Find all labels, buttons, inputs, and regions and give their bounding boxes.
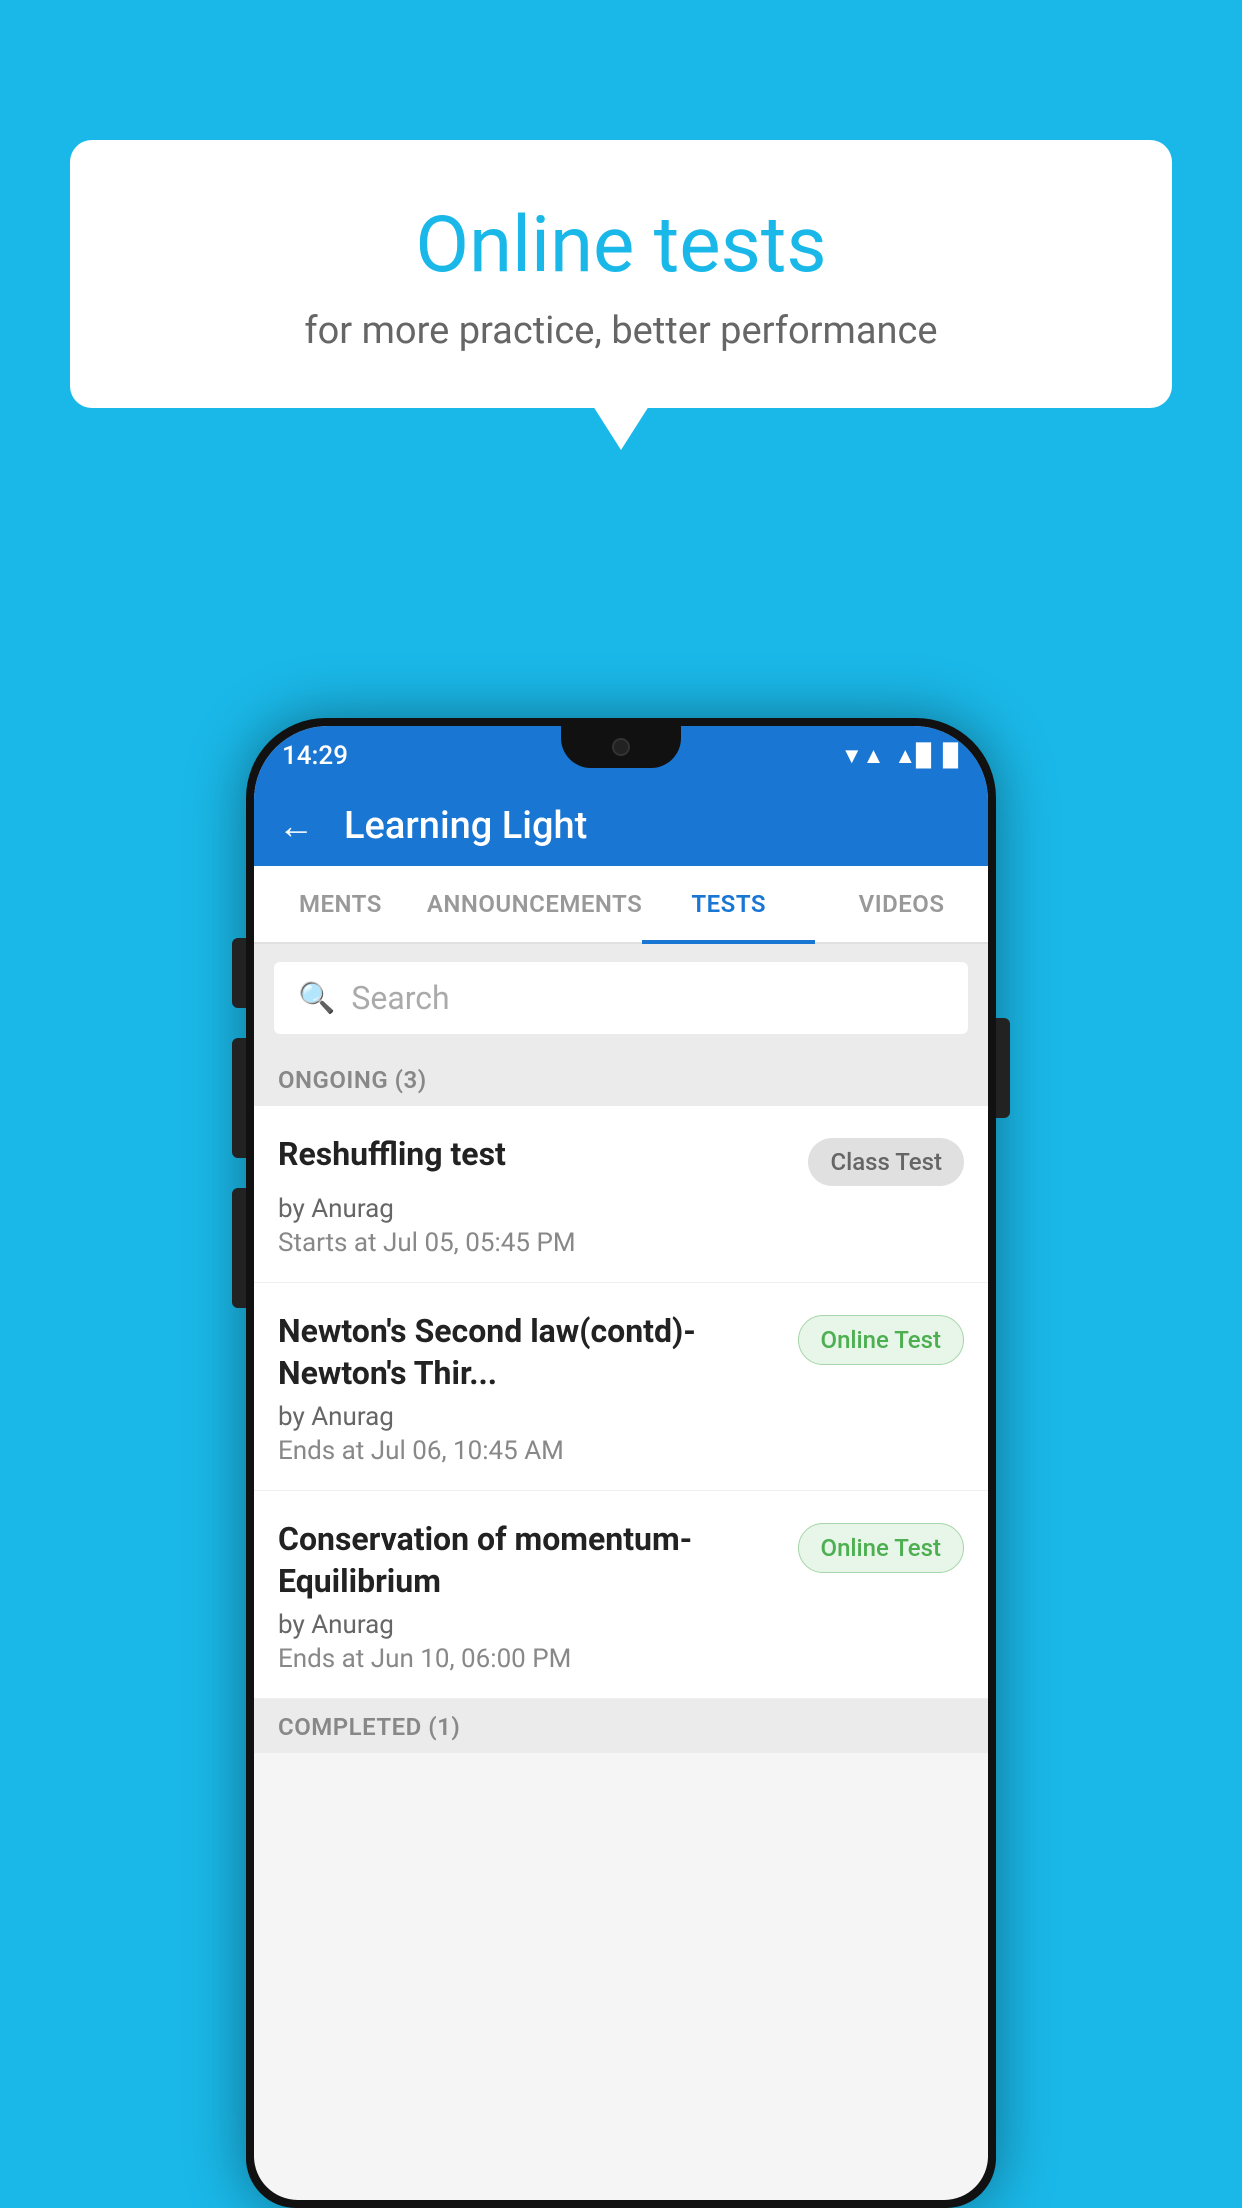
tab-ments[interactable]: MENTS bbox=[254, 866, 427, 942]
test-item-2-badge: Online Test bbox=[798, 1315, 964, 1365]
test-item-3[interactable]: Conservation of momentum-Equilibrium Onl… bbox=[254, 1491, 988, 1699]
app-bar: ← Learning Light bbox=[254, 786, 988, 866]
volume-up-button bbox=[232, 938, 246, 1008]
tab-announcements[interactable]: ANNOUNCEMENTS bbox=[427, 866, 642, 942]
test-item-1-badge: Class Test bbox=[808, 1138, 964, 1186]
test-list: Reshuffling test Class Test by Anurag St… bbox=[254, 1106, 988, 1699]
test-item-2-author: by Anurag bbox=[278, 1402, 964, 1432]
test-item-1-author: by Anurag bbox=[278, 1194, 964, 1224]
test-item-3-badge: Online Test bbox=[798, 1523, 964, 1573]
test-item-1-date: Starts at Jul 05, 05:45 PM bbox=[278, 1228, 964, 1258]
test-item-1-header: Reshuffling test Class Test bbox=[278, 1134, 964, 1186]
test-item-3-author: by Anurag bbox=[278, 1610, 964, 1640]
status-icons: ▼▲ ▲▉ ▉ bbox=[841, 743, 960, 769]
search-icon: 🔍 bbox=[298, 981, 335, 1016]
search-placeholder-text: Search bbox=[351, 979, 449, 1017]
test-item-3-title: Conservation of momentum-Equilibrium bbox=[278, 1519, 778, 1602]
completed-section-header: COMPLETED (1) bbox=[254, 1699, 988, 1753]
status-time: 14:29 bbox=[282, 741, 348, 771]
test-item-2[interactable]: Newton's Second law(contd)-Newton's Thir… bbox=[254, 1283, 988, 1491]
signal-icon: ▲▉ bbox=[894, 743, 933, 769]
wifi-icon: ▼▲ bbox=[841, 743, 885, 769]
test-item-2-date: Ends at Jul 06, 10:45 AM bbox=[278, 1436, 964, 1466]
ongoing-section-header: ONGOING (3) bbox=[254, 1052, 988, 1106]
tab-tests[interactable]: TESTS bbox=[642, 866, 815, 942]
speech-bubble-container: Online tests for more practice, better p… bbox=[70, 140, 1172, 408]
tab-videos[interactable]: VIDEOS bbox=[815, 866, 988, 942]
test-item-1-title: Reshuffling test bbox=[278, 1134, 788, 1176]
back-button[interactable]: ← bbox=[278, 805, 314, 847]
search-container: 🔍 Search bbox=[254, 944, 988, 1052]
test-item-2-header: Newton's Second law(contd)-Newton's Thir… bbox=[278, 1311, 964, 1394]
search-bar[interactable]: 🔍 Search bbox=[274, 962, 968, 1034]
bubble-subtitle: for more practice, better performance bbox=[120, 309, 1122, 353]
test-item-3-header: Conservation of momentum-Equilibrium Onl… bbox=[278, 1519, 964, 1602]
front-camera bbox=[612, 738, 630, 756]
speech-bubble: Online tests for more practice, better p… bbox=[70, 140, 1172, 408]
app-bar-title: Learning Light bbox=[344, 804, 587, 848]
bubble-title: Online tests bbox=[120, 200, 1122, 291]
test-item-1[interactable]: Reshuffling test Class Test by Anurag St… bbox=[254, 1106, 988, 1283]
volume-down-button bbox=[232, 1038, 246, 1158]
test-item-2-title: Newton's Second law(contd)-Newton's Thir… bbox=[278, 1311, 778, 1394]
power-button bbox=[996, 1018, 1010, 1118]
phone-notch bbox=[561, 726, 681, 768]
phone-screen: 14:29 ▼▲ ▲▉ ▉ ← Learning Light MENTS ANN… bbox=[254, 726, 988, 2200]
test-item-3-date: Ends at Jun 10, 06:00 PM bbox=[278, 1644, 964, 1674]
tabs-bar: MENTS ANNOUNCEMENTS TESTS VIDEOS bbox=[254, 866, 988, 944]
phone-frame: 14:29 ▼▲ ▲▉ ▉ ← Learning Light MENTS ANN… bbox=[246, 718, 996, 2208]
silent-button bbox=[232, 1188, 246, 1308]
battery-icon: ▉ bbox=[943, 744, 960, 769]
